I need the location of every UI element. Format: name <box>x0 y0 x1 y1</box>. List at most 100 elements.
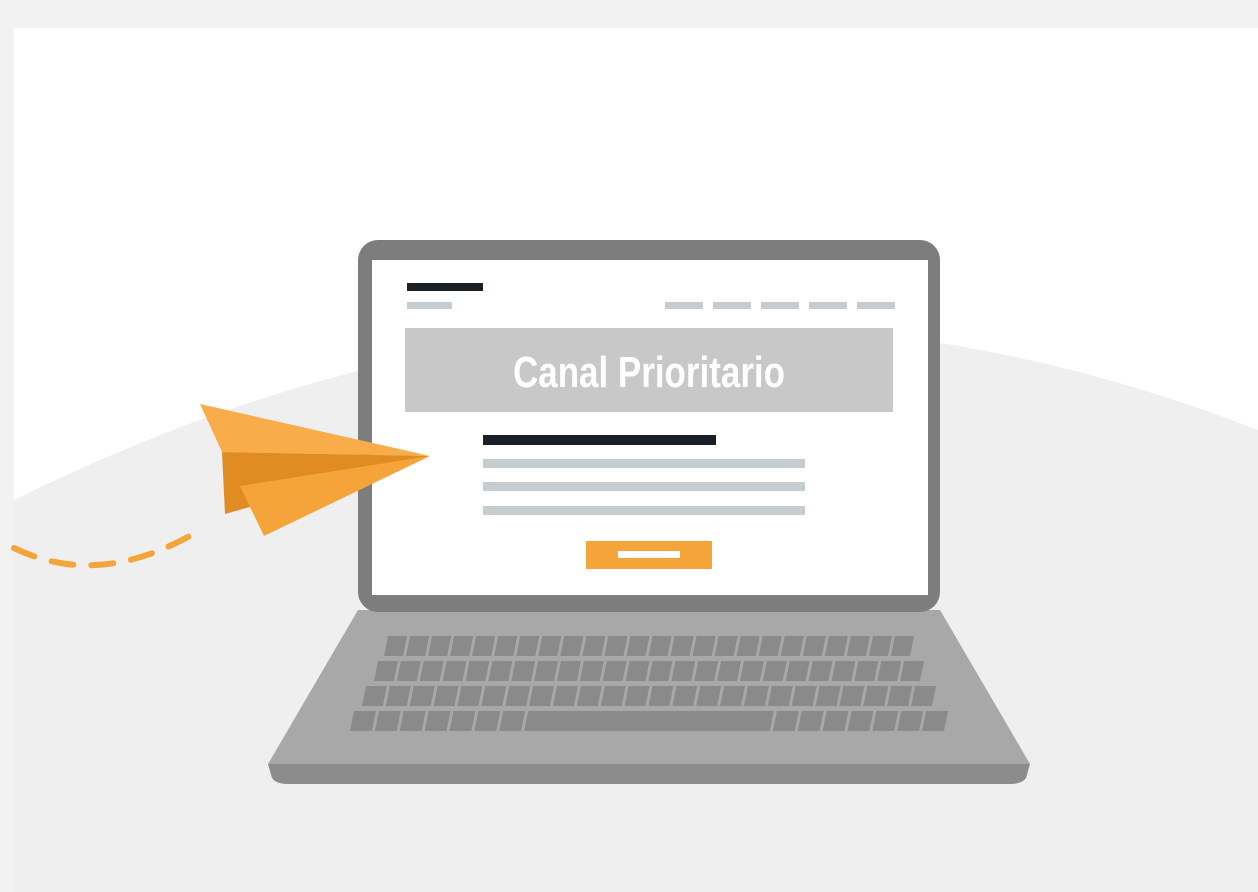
keyboard-key <box>670 636 694 656</box>
keyboard-key <box>516 636 540 656</box>
spacebar-key <box>524 711 774 731</box>
keyboard-key <box>419 661 444 681</box>
keyboard-key <box>385 686 411 706</box>
keyboard-key <box>831 661 856 681</box>
keyboard-key <box>529 686 554 706</box>
keyboard-key <box>877 661 902 681</box>
keyboard-key <box>450 636 474 656</box>
keyboard-key <box>648 636 672 656</box>
keyboard-key <box>762 661 787 681</box>
keyboard-key <box>472 636 496 656</box>
keyboard-key <box>534 661 558 681</box>
keyboard-key <box>505 686 531 706</box>
keyboard-key <box>406 636 430 656</box>
site-nav-item <box>665 302 703 309</box>
keyboard-key <box>576 686 602 706</box>
keyboard-key <box>696 686 722 706</box>
site-nav <box>665 302 895 309</box>
keyboard-key <box>409 686 435 706</box>
content-line <box>483 459 805 468</box>
keyboard-key <box>672 686 698 706</box>
keyboard-key <box>824 636 848 656</box>
site-nav-item <box>761 302 799 309</box>
keyboard-key <box>648 686 674 706</box>
keyboard-key <box>900 661 924 681</box>
keyboard-key <box>399 711 426 731</box>
keyboard-key <box>374 661 398 681</box>
keyboard-key <box>863 686 889 706</box>
keyboard-key <box>499 711 526 731</box>
keyboard-key <box>604 636 628 656</box>
site-nav-item <box>809 302 847 309</box>
keyboard-key <box>557 661 581 681</box>
keyboard-key <box>362 686 387 706</box>
banner-title: Canal Prioritario <box>513 348 785 397</box>
keyboard-key <box>384 636 408 656</box>
keyboard-key <box>457 686 483 706</box>
keyboard-key <box>396 661 421 681</box>
keyboard-key <box>579 661 604 681</box>
laptop-icon: Canal Prioritario <box>268 240 1030 784</box>
keyboard-key <box>815 686 841 706</box>
keyboard-key <box>872 711 899 731</box>
keyboard-key <box>481 686 507 706</box>
keyboard-key <box>350 711 376 731</box>
keyboard-key <box>854 661 879 681</box>
keyboard-key <box>808 661 833 681</box>
keyboard-key <box>474 711 501 731</box>
site-logo-bar <box>407 283 483 291</box>
keyboard-key <box>428 636 452 656</box>
keyboard-key <box>624 686 650 706</box>
keyboard-key <box>772 711 799 731</box>
keyboard-key <box>736 636 760 656</box>
keyboard-key <box>822 711 849 731</box>
content-heading-bar <box>483 435 716 445</box>
keyboard-key <box>694 661 719 681</box>
keyboard-key <box>692 636 716 656</box>
keyboard-key <box>890 636 914 656</box>
keyboard-key <box>758 636 782 656</box>
content-line <box>483 482 805 491</box>
keyboard-key <box>802 636 826 656</box>
keyboard-key <box>846 636 870 656</box>
keyboard-key <box>602 661 627 681</box>
keyboard-key <box>511 661 536 681</box>
keyboard-key <box>797 711 824 731</box>
site-nav-item <box>713 302 751 309</box>
keyboard-key <box>897 711 924 731</box>
keyboard-key <box>744 686 769 706</box>
keyboard-key <box>553 686 578 706</box>
site-nav-item <box>857 302 895 309</box>
keyboard-key <box>625 661 650 681</box>
keyboard-key <box>600 686 626 706</box>
keyboard-key <box>374 711 401 731</box>
keyboard-key <box>922 711 948 731</box>
content-line <box>483 506 805 515</box>
keyboard-key <box>714 636 738 656</box>
keyboard-key <box>449 711 476 731</box>
keyboard-key <box>887 686 913 706</box>
keyboard-key <box>626 636 650 656</box>
keyboard-key <box>433 686 459 706</box>
keyboard-key <box>911 686 936 706</box>
keyboard-key <box>442 661 467 681</box>
keyboard-key <box>560 636 584 656</box>
illustration: Canal Prioritario <box>11 28 1258 892</box>
keyboard-key <box>785 661 810 681</box>
site-logo-subbar <box>407 302 452 309</box>
keyboard-key <box>582 636 606 656</box>
keyboard-key <box>671 661 696 681</box>
keyboard-key <box>780 636 804 656</box>
keyboard-key <box>868 636 892 656</box>
laptop-base-shadow <box>268 764 1030 784</box>
keyboard-key <box>648 661 673 681</box>
keyboard-key <box>465 661 490 681</box>
site-cta-button-label <box>618 551 680 558</box>
keyboard-key <box>494 636 518 656</box>
keyboard-key <box>767 686 793 706</box>
keyboard-key <box>717 661 741 681</box>
keyboard-key <box>488 661 513 681</box>
keyboard-key <box>740 661 764 681</box>
keyboard-key <box>847 711 874 731</box>
keyboard-key <box>538 636 562 656</box>
